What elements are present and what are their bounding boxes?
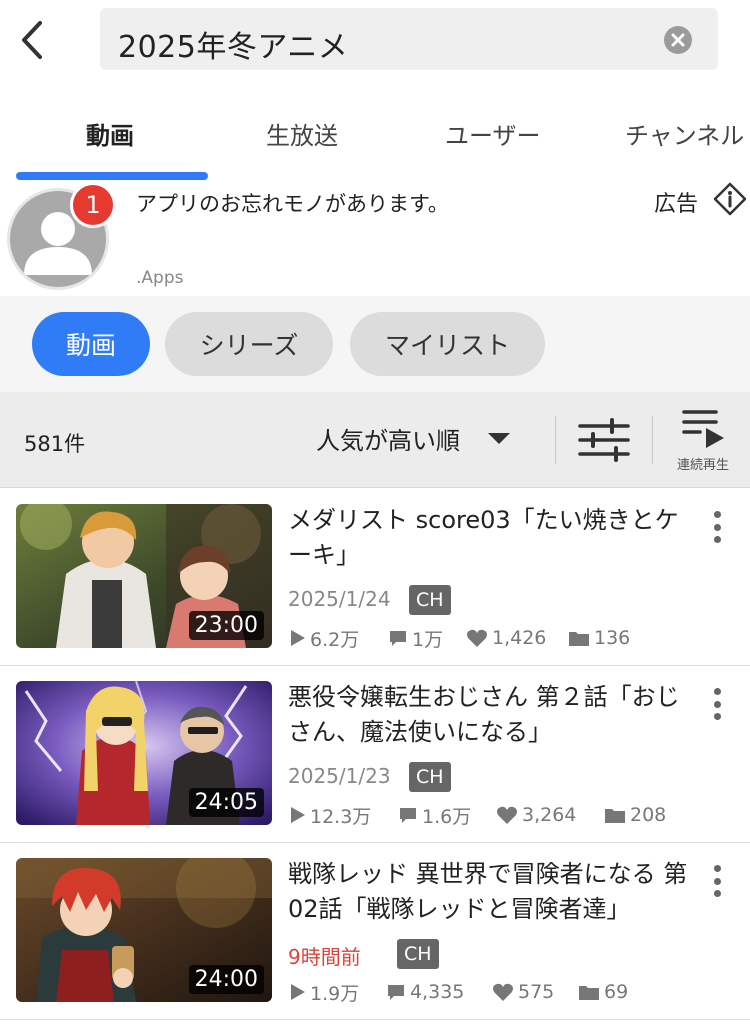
play-icon bbox=[291, 807, 305, 823]
divider bbox=[652, 416, 653, 464]
mylist-count: 208 bbox=[630, 804, 667, 826]
more-options-button[interactable] bbox=[706, 507, 728, 547]
views-stat: 12.3万 bbox=[288, 800, 371, 830]
active-tab-indicator bbox=[16, 172, 208, 180]
back-button[interactable] bbox=[14, 18, 50, 62]
ad-label: 広告 bbox=[654, 192, 699, 217]
mylist-stat: 136 bbox=[568, 623, 630, 653]
close-icon bbox=[671, 33, 685, 47]
chip-mylist[interactable]: マイリスト bbox=[350, 312, 545, 376]
clear-search-button[interactable] bbox=[664, 26, 692, 54]
heart-icon bbox=[493, 983, 513, 1001]
comment-icon bbox=[390, 631, 406, 646]
video-row[interactable]: 24:00 戦隊レッド 異世界で冒険者になる 第02話「戦隊レッドと冒険者達」 … bbox=[0, 843, 750, 1020]
comments-count: 4,335 bbox=[410, 981, 465, 1003]
result-count: 581件 bbox=[24, 432, 86, 456]
comments-stat: 4,335 bbox=[386, 977, 464, 1007]
sort-label: 人気が高い順 bbox=[316, 426, 460, 455]
caret-down-icon bbox=[488, 432, 510, 444]
continuous-play-label: 連続再生 bbox=[676, 458, 729, 473]
video-duration: 24:00 bbox=[188, 965, 264, 994]
video-thumbnail[interactable]: 24:05 bbox=[16, 681, 272, 825]
playlist-play-icon bbox=[682, 410, 724, 448]
views-count: 1.9万 bbox=[310, 982, 360, 1005]
likes-stat: 1,426 bbox=[466, 623, 546, 653]
views-count: 12.3万 bbox=[310, 805, 372, 828]
video-thumbnail[interactable]: 23:00 bbox=[16, 504, 272, 648]
channel-badge: CH bbox=[409, 585, 451, 615]
chip-videos[interactable]: 動画 bbox=[32, 312, 150, 376]
channel-badge: CH bbox=[397, 939, 439, 969]
filter-sliders-icon[interactable] bbox=[578, 418, 630, 462]
heart-icon bbox=[467, 629, 487, 647]
comment-icon bbox=[388, 985, 404, 1000]
likes-count: 575 bbox=[518, 981, 555, 1003]
mylist-stat: 208 bbox=[604, 800, 666, 830]
comments-stat: 1.6万 bbox=[398, 800, 471, 830]
more-options-button[interactable] bbox=[706, 861, 728, 901]
continuous-play-button[interactable]: 連続再生 bbox=[666, 406, 740, 476]
ad-banner[interactable]: 1 アプリのお忘れモノがあります。 .Apps 広告 bbox=[0, 180, 750, 296]
comments-count: 1.6万 bbox=[422, 805, 472, 828]
video-thumbnail[interactable]: 24:00 bbox=[16, 858, 272, 1002]
ad-info-icon[interactable] bbox=[713, 182, 747, 216]
mylist-stat: 69 bbox=[578, 977, 628, 1007]
ad-source: .Apps bbox=[136, 268, 184, 288]
comments-stat: 1万 bbox=[388, 623, 443, 653]
tab-users[interactable]: ユーザー bbox=[445, 116, 541, 151]
sort-bar: 581件 人気が高い順 連続再生 bbox=[0, 392, 750, 488]
more-vertical-icon bbox=[713, 865, 721, 872]
views-stat: 1.9万 bbox=[288, 977, 359, 1007]
video-row[interactable]: 24:05 悪役令嬢転生おじさん 第２話「おじさん、魔法使いになる」 2025/… bbox=[0, 666, 750, 843]
channel-badge: CH bbox=[409, 762, 451, 792]
likes-count: 3,264 bbox=[522, 804, 577, 826]
search-query[interactable]: 2025年冬アニメ bbox=[118, 22, 348, 66]
video-title[interactable]: 悪役令嬢転生おじさん 第２話「おじさん、魔法使いになる」 bbox=[288, 680, 688, 750]
search-tabs: 動画 生放送 ユーザー チャンネル bbox=[0, 86, 750, 180]
folder-icon bbox=[605, 809, 625, 823]
divider bbox=[555, 416, 556, 464]
views-stat: 6.2万 bbox=[288, 623, 359, 653]
search-input[interactable]: 2025年冬アニメ bbox=[100, 8, 718, 70]
comments-count: 1万 bbox=[412, 628, 444, 651]
video-title[interactable]: メダリスト score03「たい焼きとケーキ」 bbox=[288, 503, 688, 573]
video-date: 9時間前 bbox=[288, 945, 361, 969]
more-options-button[interactable] bbox=[706, 684, 728, 724]
mylist-count: 69 bbox=[604, 981, 629, 1003]
video-date: 2025/1/24 bbox=[288, 587, 391, 611]
more-vertical-icon bbox=[713, 688, 721, 695]
chip-series[interactable]: シリーズ bbox=[165, 312, 333, 376]
likes-stat: 575 bbox=[492, 977, 554, 1007]
tab-live[interactable]: 生放送 bbox=[266, 116, 338, 151]
play-icon bbox=[291, 984, 305, 1000]
notification-badge: 1 bbox=[70, 182, 116, 228]
video-date: 2025/1/23 bbox=[288, 764, 391, 788]
more-vertical-icon bbox=[713, 511, 721, 518]
video-duration: 24:05 bbox=[188, 788, 264, 817]
sort-dropdown[interactable]: 人気が高い順 bbox=[316, 422, 510, 455]
video-duration: 23:00 bbox=[188, 611, 264, 640]
ad-title: アプリのお忘れモノがあります。 bbox=[136, 192, 449, 216]
heart-icon bbox=[497, 806, 517, 824]
tab-videos[interactable]: 動画 bbox=[86, 116, 134, 151]
likes-stat: 3,264 bbox=[496, 800, 576, 830]
comment-icon bbox=[400, 808, 416, 823]
folder-icon bbox=[579, 986, 599, 1000]
video-row[interactable]: 23:00 メダリスト score03「たい焼きとケーキ」 2025/1/24 … bbox=[0, 489, 750, 666]
folder-icon bbox=[569, 632, 589, 646]
chevron-left-icon bbox=[22, 21, 42, 59]
filter-chips: 動画 シリーズ マイリスト bbox=[0, 296, 750, 392]
likes-count: 1,426 bbox=[492, 627, 547, 649]
app-header: 2025年冬アニメ bbox=[0, 0, 750, 86]
video-title[interactable]: 戦隊レッド 異世界で冒険者になる 第02話「戦隊レッドと冒険者達」 bbox=[288, 857, 688, 927]
mylist-count: 136 bbox=[594, 627, 631, 649]
play-icon bbox=[291, 630, 305, 646]
tab-channels[interactable]: チャンネル bbox=[625, 116, 744, 151]
views-count: 6.2万 bbox=[310, 628, 360, 651]
